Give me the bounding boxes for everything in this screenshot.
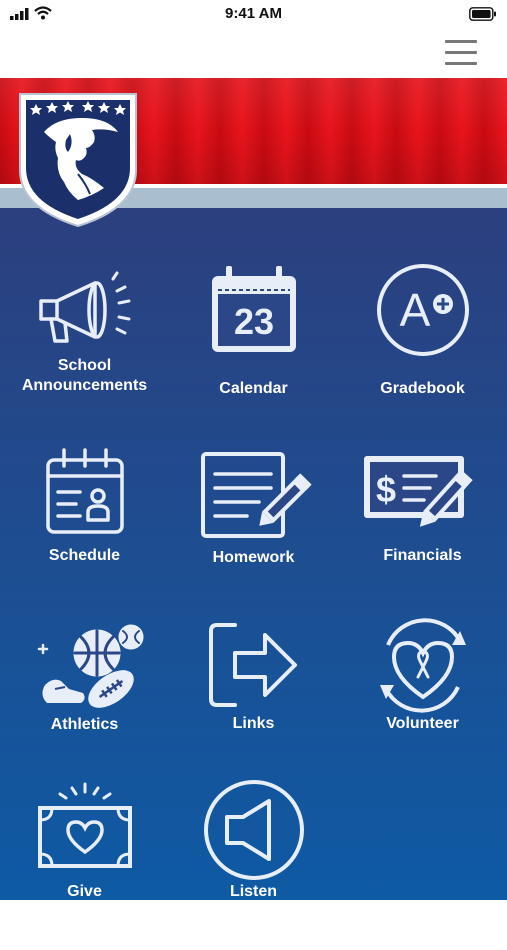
megaphone-icon xyxy=(38,271,130,343)
tile-links[interactable]: Links xyxy=(169,605,338,785)
tile-label: Calendar xyxy=(219,380,288,397)
crest-logo xyxy=(19,93,137,228)
svg-text:$: $ xyxy=(375,469,395,510)
navbar xyxy=(0,30,507,78)
tile-homework[interactable]: Homework xyxy=(169,430,338,610)
schedule-icon xyxy=(45,448,124,534)
tile-athletics[interactable]: Athletics xyxy=(0,605,169,785)
tile-label-line1: School xyxy=(57,357,112,374)
tile-label: Financials xyxy=(383,547,462,564)
sports-icon xyxy=(37,624,143,708)
grade-letter: A xyxy=(399,284,430,336)
status-bar: 9:41 AM xyxy=(0,0,507,30)
tile-listen[interactable]: Listen xyxy=(169,770,338,950)
tile-gradebook[interactable]: A Gradebook xyxy=(338,250,507,430)
heart-ribbon-icon xyxy=(379,618,466,713)
status-time: 9:41 AM xyxy=(225,5,282,22)
tile-label: Give xyxy=(67,883,102,900)
tile-label: Gradebook xyxy=(380,380,465,397)
money-heart-icon xyxy=(37,782,132,868)
tile-label: Athletics xyxy=(50,716,119,733)
menu-icon[interactable] xyxy=(445,40,477,66)
tile-label: Links xyxy=(232,715,275,732)
tile-label: Listen xyxy=(229,883,278,900)
calendar-date: 23 xyxy=(233,301,273,342)
battery-icon xyxy=(469,7,496,21)
tile-school-announcements[interactable]: School Announcements xyxy=(0,250,169,430)
homework-icon xyxy=(200,452,312,538)
tile-give[interactable]: Give xyxy=(0,770,169,950)
tile-label-line2: Announcements xyxy=(21,377,148,394)
tile-label: Homework xyxy=(212,549,295,566)
check-icon: $ xyxy=(363,456,473,527)
calendar-icon: 23 xyxy=(211,266,296,352)
tile-schedule[interactable]: Schedule xyxy=(0,430,169,610)
arrow-icon xyxy=(208,623,297,707)
tile-label: Volunteer xyxy=(386,715,459,732)
tile-financials[interactable]: $ Financials xyxy=(338,430,507,610)
grade-icon: A xyxy=(376,264,469,356)
tile-calendar[interactable]: 23 Calendar xyxy=(169,250,338,430)
tile-label: Schedule xyxy=(48,547,121,564)
speaker-icon xyxy=(203,780,304,880)
tile-volunteer[interactable]: Volunteer xyxy=(338,605,507,785)
